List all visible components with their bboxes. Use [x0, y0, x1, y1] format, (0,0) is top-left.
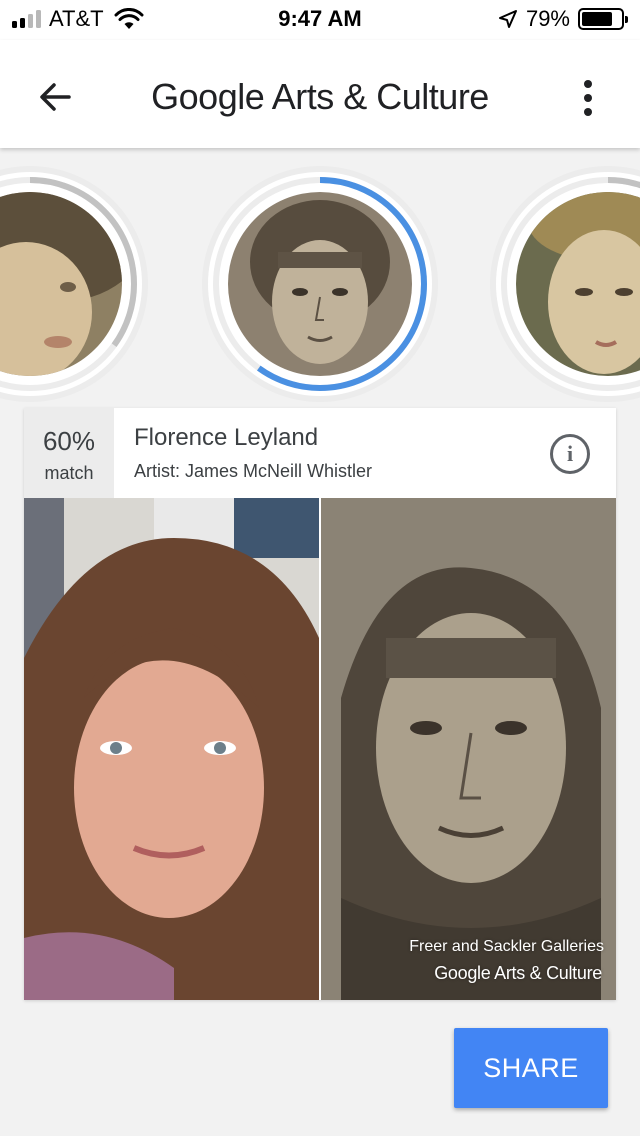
more-vert-icon: [584, 80, 592, 88]
artwork-artist: Artist: James McNeill Whistler: [134, 461, 373, 481]
app-title: Google Arts & Culture: [151, 76, 489, 117]
match-score: 60% match: [24, 408, 114, 498]
battery-level: [582, 12, 613, 26]
info-icon[interactable]: i: [550, 434, 590, 474]
status-right: 79%: [498, 6, 628, 32]
match-label: match: [44, 463, 94, 483]
portrait-thumbnail: [228, 192, 412, 376]
location-arrow-icon: [498, 10, 517, 28]
carousel-item-left[interactable]: [0, 172, 142, 396]
arts-culture-logo: Google Arts & Culture: [434, 963, 602, 983]
battery-icon: [578, 8, 628, 30]
portrait-carousel: [0, 148, 640, 406]
status-bar: AT&T 9:47 AM 79%: [0, 0, 640, 40]
selfie-photo: [24, 498, 319, 1000]
app-bar: Google Arts & Culture: [0, 40, 640, 148]
artwork-image[interactable]: Freer and Sackler Galleries Google Arts …: [321, 498, 616, 1000]
match-result-card: 60% match Florence Leyland Artist: James…: [24, 408, 616, 1000]
more-options-button[interactable]: [576, 76, 600, 120]
museum-credit: Freer and Sackler Galleries: [409, 938, 604, 955]
share-button[interactable]: SHARE: [454, 1028, 608, 1108]
carousel-item-right[interactable]: [496, 172, 640, 396]
battery-percent: 79%: [525, 6, 570, 31]
carousel-item-selected[interactable]: [208, 172, 432, 396]
match-percent: 60%: [42, 426, 96, 456]
artwork-title[interactable]: Florence Leyland: [134, 424, 318, 452]
